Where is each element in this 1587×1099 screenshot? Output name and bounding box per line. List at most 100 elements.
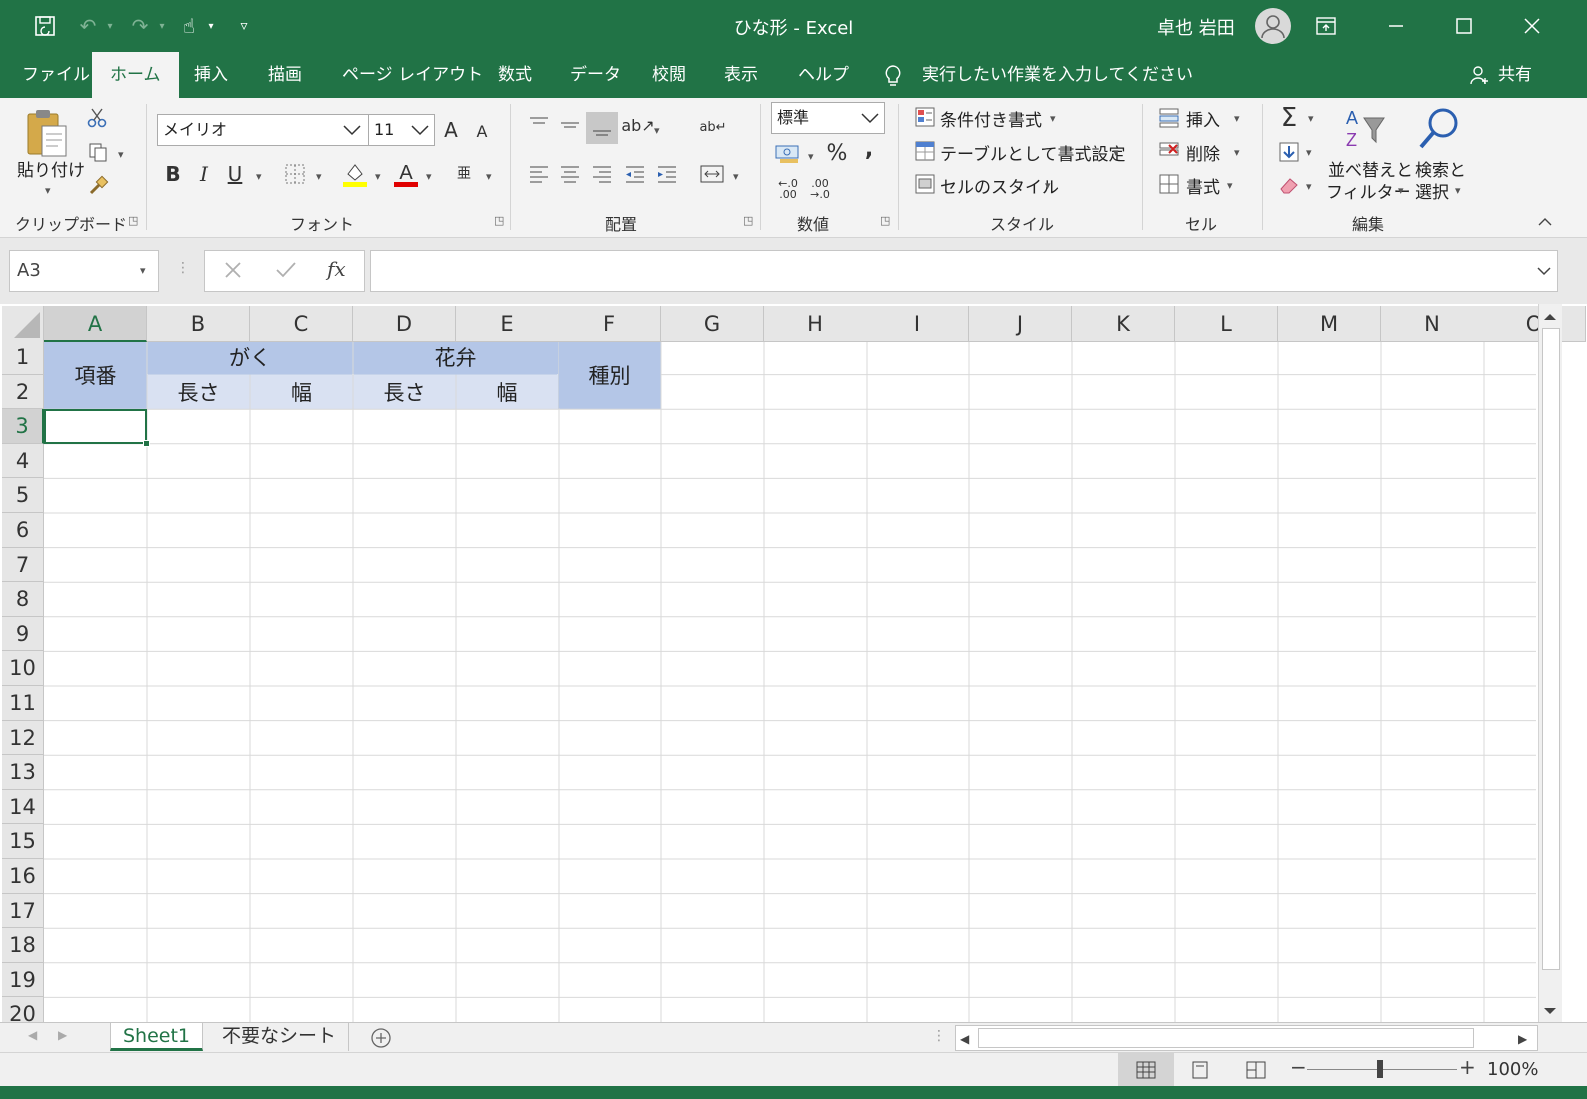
row-header-7[interactable]: 7 <box>2 547 44 583</box>
alignment-launcher-icon[interactable]: ◳ <box>743 214 753 227</box>
cell-b1[interactable]: がく <box>147 340 353 375</box>
sort-filter-icon[interactable]: AZ <box>1340 104 1388 154</box>
tab-insert[interactable]: 挿入 <box>176 52 246 98</box>
copy-dropdown-icon[interactable]: ▾ <box>118 148 124 161</box>
zoom-out-icon[interactable]: − <box>1290 1055 1307 1079</box>
share-person-icon[interactable] <box>1468 64 1490 91</box>
row-header-13[interactable]: 13 <box>2 755 44 790</box>
tab-view[interactable]: 表示 <box>706 52 776 98</box>
redo-icon[interactable]: ↷ <box>125 12 155 40</box>
conditional-formatting-icon[interactable] <box>914 106 936 128</box>
column-header-h[interactable]: H <box>764 306 867 342</box>
delete-cells-icon[interactable] <box>1158 140 1180 162</box>
autosum-dropdown-icon[interactable]: ▾ <box>1308 112 1314 125</box>
scroll-up-icon[interactable] <box>1542 308 1558 328</box>
tab-help[interactable]: ヘルプ <box>780 52 867 98</box>
page-layout-view-icon[interactable] <box>1190 1061 1210 1084</box>
merge-center-icon[interactable] <box>699 162 725 186</box>
increase-indent-icon[interactable] <box>655 162 679 186</box>
avatar[interactable] <box>1255 8 1291 44</box>
paste-button[interactable]: 貼り付け <box>17 156 85 181</box>
tab-draw[interactable]: 描画 <box>250 52 320 98</box>
delete-cells-button[interactable]: 削除 <box>1186 140 1220 165</box>
horizontal-scroll-thumb[interactable] <box>978 1028 1474 1048</box>
format-as-table-button[interactable]: テーブルとして書式設定 <box>940 140 1125 165</box>
format-as-table-dropdown-icon[interactable]: ▾ <box>1113 146 1119 159</box>
merge-dropdown-icon[interactable]: ▾ <box>733 170 739 183</box>
currency-dropdown-icon[interactable]: ▾ <box>808 150 814 163</box>
row-header-14[interactable]: 14 <box>2 789 44 825</box>
cell-d2[interactable]: 長さ <box>353 375 456 410</box>
column-header-l[interactable]: L <box>1175 306 1278 342</box>
column-header-i[interactable]: I <box>866 306 969 342</box>
cut-icon[interactable] <box>85 106 109 130</box>
sort-filter-dropdown-icon[interactable]: ▾ <box>1398 184 1404 197</box>
borders-icon[interactable] <box>283 162 307 186</box>
column-header-f[interactable]: F <box>558 306 661 342</box>
bold-button[interactable]: B <box>162 162 184 186</box>
number-launcher-icon[interactable]: ◳ <box>880 214 890 227</box>
orientation-icon[interactable]: ab↗ <box>621 114 654 138</box>
row-header-16[interactable]: 16 <box>2 859 44 894</box>
page-break-preview-icon[interactable] <box>1246 1061 1266 1084</box>
font-color-dropdown-icon[interactable]: ▾ <box>426 170 432 183</box>
column-header-n[interactable]: N <box>1381 306 1484 342</box>
align-middle-icon[interactable] <box>558 112 582 136</box>
user-name[interactable]: 卓也 岩田 <box>1157 14 1235 40</box>
column-header-j[interactable]: J <box>969 306 1072 342</box>
font-name-chevron-down-icon[interactable] <box>340 118 364 142</box>
align-center-icon[interactable] <box>558 162 582 186</box>
font-color-icon[interactable]: A <box>393 160 419 188</box>
increase-font-size-icon[interactable]: A <box>440 118 462 142</box>
decrease-font-size-icon[interactable]: A <box>472 122 492 142</box>
active-cell-highlight[interactable] <box>44 409 147 444</box>
find-select-icon[interactable] <box>1415 104 1463 154</box>
find-select-label-line2[interactable]: 選択 <box>1415 178 1449 203</box>
expand-formula-bar-icon[interactable] <box>1536 262 1552 282</box>
tell-me-search[interactable]: 実行したい作業を入力してください <box>922 52 1193 98</box>
fill-color-dropdown-icon[interactable]: ▾ <box>375 170 381 183</box>
format-painter-icon[interactable] <box>86 174 110 198</box>
undo-dropdown-icon[interactable]: ▾ <box>103 12 117 40</box>
delete-cells-dropdown-icon[interactable]: ▾ <box>1234 146 1240 159</box>
phonetic-dropdown-icon[interactable]: ▾ <box>486 170 492 183</box>
zoom-in-icon[interactable]: + <box>1459 1055 1476 1079</box>
fill-icon[interactable] <box>1277 140 1301 164</box>
row-header-9[interactable]: 9 <box>2 616 44 652</box>
paste-dropdown-icon[interactable]: ▾ <box>45 184 51 197</box>
cell-b2[interactable]: 長さ <box>147 375 250 410</box>
column-header-m[interactable]: M <box>1278 306 1381 342</box>
name-box-dropdown-icon[interactable]: ▾ <box>140 264 146 277</box>
minimize-icon[interactable] <box>1362 0 1430 52</box>
cell-d1[interactable]: 花弁 <box>353 340 558 375</box>
enter-check-icon[interactable] <box>275 260 297 285</box>
touch-mode-icon[interactable]: ☝ <box>176 12 202 40</box>
fill-dropdown-icon[interactable]: ▾ <box>1306 146 1312 159</box>
ribbon-display-options-icon[interactable] <box>1292 0 1360 52</box>
name-box[interactable]: A3 <box>9 250 159 292</box>
cell-e2[interactable]: 幅 <box>456 375 558 410</box>
column-header-c[interactable]: C <box>250 306 353 342</box>
decrease-decimal-icon[interactable]: .00 →.0 <box>806 176 834 202</box>
column-header-g[interactable]: G <box>661 306 764 342</box>
tab-review[interactable]: 校閲 <box>634 52 704 98</box>
collapse-ribbon-icon[interactable] <box>1535 214 1555 230</box>
cell-a1[interactable]: 項番 <box>44 340 147 409</box>
fill-handle[interactable] <box>143 440 150 447</box>
row-header-18[interactable]: 18 <box>2 928 44 963</box>
wrap-text-icon[interactable]: ab↵ <box>699 112 726 142</box>
font-size-chevron-down-icon[interactable] <box>408 118 432 142</box>
row-header-12[interactable]: 12 <box>2 720 44 756</box>
sheet-tab-unneeded[interactable]: 不要なシート <box>210 1023 350 1051</box>
format-cells-icon[interactable] <box>1158 173 1180 195</box>
row-header-8[interactable]: 8 <box>2 582 44 617</box>
clear-icon[interactable] <box>1277 174 1301 196</box>
phonetic-guide-icon[interactable]: 亜 <box>452 160 476 188</box>
orientation-dropdown-icon[interactable]: ▾ <box>654 124 660 137</box>
format-cells-dropdown-icon[interactable]: ▾ <box>1227 179 1233 192</box>
align-left-icon[interactable] <box>527 162 551 186</box>
row-header-1[interactable]: 1 <box>2 340 44 375</box>
column-header-e[interactable]: E <box>456 306 559 342</box>
cell-f1[interactable]: 種別 <box>558 340 661 409</box>
row-header-2[interactable]: 2 <box>2 374 44 410</box>
